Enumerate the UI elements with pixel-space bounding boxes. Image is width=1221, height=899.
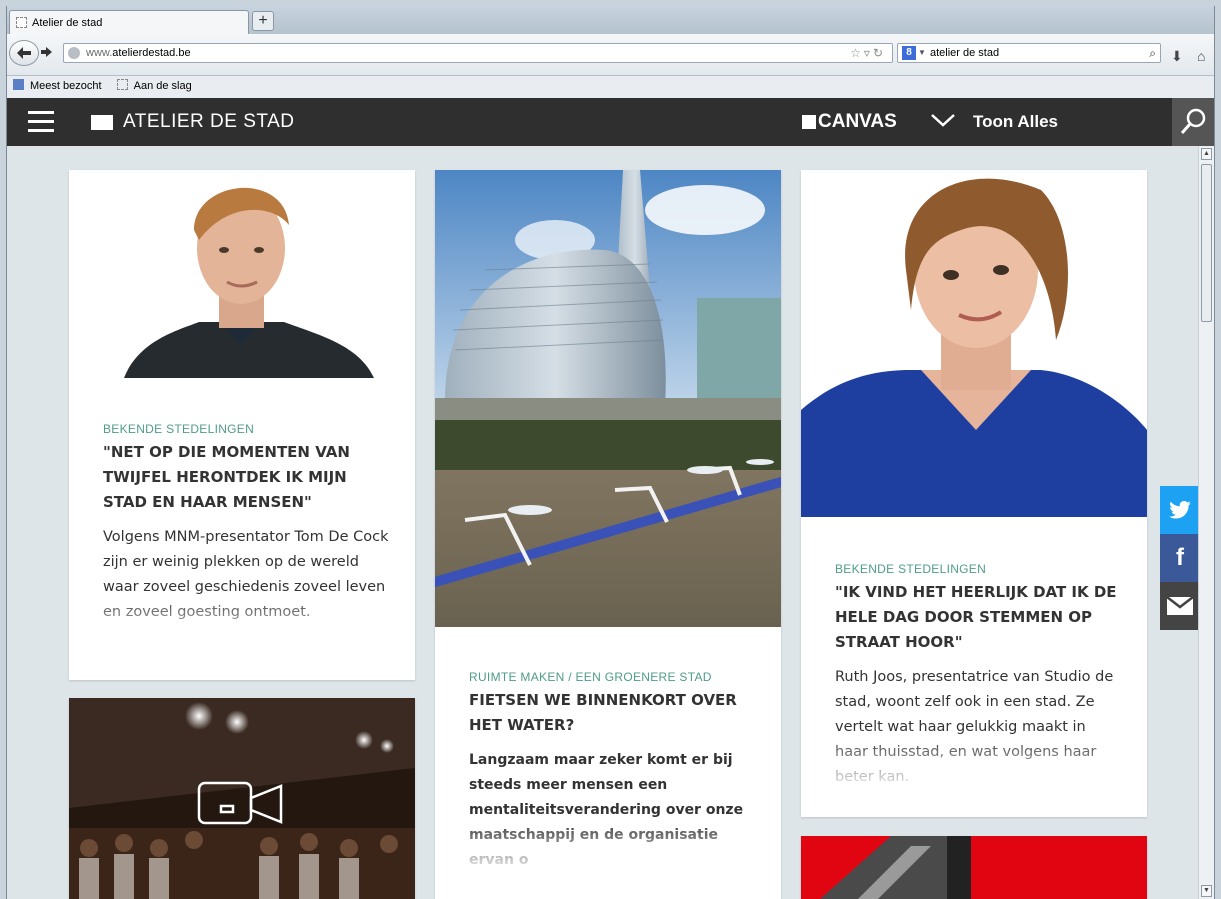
twitter-share-button[interactable] (1160, 486, 1200, 534)
search-icon (1180, 108, 1206, 134)
back-button[interactable] (9, 40, 39, 66)
reload-icon[interactable]: ↻ (873, 46, 886, 60)
vertical-scrollbar[interactable]: ▲ ▼ (1198, 146, 1214, 899)
engine-caret-icon[interactable]: ▼ (918, 44, 926, 62)
concert-photo (69, 698, 415, 899)
tab-atelier-de-stad[interactable]: Atelier de stad (9, 10, 249, 34)
scroll-down-icon[interactable]: ▼ (1201, 885, 1212, 897)
forward-arrow-icon (41, 47, 52, 57)
article-card[interactable]: BEKENDE STEDELINGEN "NET OP DIE MOMENTEN… (69, 170, 415, 680)
portrait-photo (69, 170, 415, 378)
toon-alles-link[interactable]: Toon Alles (973, 98, 1058, 146)
scroll-thumb[interactable] (1201, 164, 1212, 322)
article-teaser: Langzaam maar zeker komt er bij steeds m… (469, 752, 744, 868)
site-header: ATELIER DE STAD CANVAS Toon Alles (7, 98, 1214, 146)
article-card[interactable] (801, 836, 1147, 899)
tab-strip: Atelier de stad + (7, 6, 1214, 34)
url-prefix: www. (86, 47, 113, 59)
forward-button[interactable] (41, 45, 52, 60)
page-icon (16, 17, 27, 28)
mail-icon (1167, 597, 1193, 615)
search-input-value: atelier de stad (930, 47, 1000, 59)
download-icon[interactable]: ⬇ (1171, 48, 1183, 65)
article-title[interactable]: FIETSEN WE BINNENKORT OVER HET WATER? (469, 688, 755, 738)
navigation-toolbar: www.atelierdestad.be ☆▿↻ 8 ▼ atelier de … (7, 34, 1214, 76)
scroll-up-icon[interactable]: ▲ (1201, 148, 1212, 160)
mail-share-button[interactable] (1160, 582, 1200, 630)
article-card[interactable]: RUIMTE MAKEN / EEN GROENERE STAD FIETSEN… (435, 170, 781, 899)
dropdown-icon[interactable]: ▿ (864, 46, 873, 60)
bookmark-star-icon[interactable]: ☆ (850, 46, 864, 60)
search-engine-icon[interactable]: 8 (902, 46, 916, 60)
site-search-button[interactable] (1172, 98, 1214, 146)
chevron-down-icon[interactable] (930, 110, 956, 130)
address-bar[interactable]: www.atelierdestad.be ☆▿↻ (63, 43, 893, 63)
video-card[interactable] (69, 698, 415, 899)
bookmark-meest-bezocht[interactable]: Meest bezocht (13, 79, 108, 92)
article-teaser: Volgens MNM-presentator Tom De Cock zijn… (103, 529, 389, 620)
back-arrow-icon (17, 47, 31, 59)
browser-window: Atelier de stad + www.atelierdestad.be ☆… (6, 6, 1215, 899)
article-grid: BEKENDE STEDELINGEN "NET OP DIE MOMENTEN… (7, 146, 1200, 899)
facebook-share-button[interactable]: f (1160, 534, 1200, 582)
new-tab-button[interactable]: + (252, 11, 274, 31)
portrait-photo (801, 170, 1147, 517)
search-bar[interactable]: 8 ▼ atelier de stad ⌕ (897, 43, 1161, 63)
globe-icon (68, 47, 80, 59)
article-title[interactable]: "NET OP DIE MOMENTEN VAN TWIJFEL HERONTD… (103, 440, 389, 515)
url-domain: atelierdestad.be (112, 47, 191, 59)
twitter-icon (1169, 501, 1191, 519)
city-hall-photo (435, 170, 781, 627)
bookmarks-toolbar: Meest bezocht Aan de slag (7, 76, 1214, 98)
page-icon (116, 79, 128, 90)
red-building-photo (801, 836, 1147, 899)
menu-icon[interactable] (28, 111, 54, 133)
article-category[interactable]: BEKENDE STEDELINGEN (835, 562, 1121, 576)
article-category[interactable]: RUIMTE MAKEN / EEN GROENERE STAD (469, 670, 755, 684)
site-title: ATELIER DE STAD (123, 111, 295, 132)
tab-title: Atelier de stad (32, 16, 103, 29)
bookmark-folder-icon (13, 79, 24, 90)
canvas-logo[interactable]: CANVAS (802, 98, 897, 146)
article-title[interactable]: "IK VIND HET HEERLIJK DAT IK DE HELE DAG… (835, 580, 1121, 655)
bookmark-aan-de-slag[interactable]: Aan de slag (116, 79, 198, 92)
site-logo[interactable]: ATELIER DE STAD (91, 98, 295, 146)
article-teaser: Ruth Joos, presentatrice van Studio de s… (835, 669, 1114, 785)
home-icon[interactable]: ⌂ (1197, 48, 1205, 64)
article-card[interactable]: BEKENDE STEDELINGEN "IK VIND HET HEERLIJ… (801, 170, 1147, 817)
article-category[interactable]: BEKENDE STEDELINGEN (103, 422, 389, 436)
search-go-icon[interactable]: ⌕ (1149, 44, 1156, 62)
